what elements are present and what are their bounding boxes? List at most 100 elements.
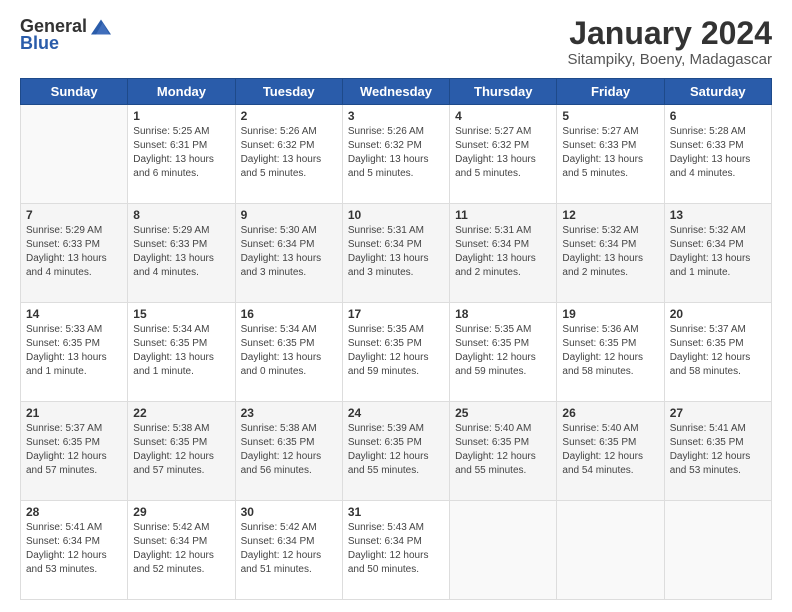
col-sunday: Sunday <box>21 79 128 105</box>
day-info: Sunrise: 5:42 AM Sunset: 6:34 PM Dayligh… <box>133 521 229 577</box>
day-number: 3 <box>348 109 444 123</box>
day-info: Sunrise: 5:29 AM Sunset: 6:33 PM Dayligh… <box>133 224 229 280</box>
day-info: Sunrise: 5:33 AM Sunset: 6:35 PM Dayligh… <box>26 323 122 379</box>
table-row: 7 Sunrise: 5:29 AM Sunset: 6:33 PM Daylig… <box>21 204 128 303</box>
table-row: 15Sunrise: 5:34 AM Sunset: 6:35 PM Dayli… <box>128 303 235 402</box>
table-row: 18 Sunrise: 5:35 AM Sunset: 6:35 PM Dayli… <box>450 303 557 402</box>
day-info: Sunrise: 5:39 AM Sunset: 6:35 PM Dayligh… <box>348 422 444 478</box>
table-row: 4 Sunrise: 5:27 AM Sunset: 6:32 PM Daylig… <box>450 105 557 204</box>
day-number: 4 <box>455 109 551 123</box>
day-info: Sunrise: 5:42 AM Sunset: 6:34 PM Dayligh… <box>241 521 337 577</box>
table-row: 25Sunrise: 5:40 AM Sunset: 6:35 PM Dayli… <box>450 402 557 501</box>
table-row <box>557 501 664 600</box>
calendar-week-row: 21Sunrise: 5:37 AM Sunset: 6:35 PM Dayli… <box>21 402 772 501</box>
day-number: 12 <box>562 208 658 222</box>
day-number: 10 <box>348 208 444 222</box>
day-info: Sunrise: 5:32 AM Sunset: 6:34 PM Dayligh… <box>562 224 658 280</box>
day-info: Sunrise: 5:32 AM Sunset: 6:34 PM Dayligh… <box>670 224 766 280</box>
day-number: 21 <box>26 406 122 420</box>
day-number: 6 <box>670 109 766 123</box>
col-wednesday: Wednesday <box>342 79 449 105</box>
calendar-week-row: 1Sunrise: 5:25 AM Sunset: 6:31 PM Daylig… <box>21 105 772 204</box>
day-info: Sunrise: 5:29 AM Sunset: 6:33 PM Dayligh… <box>26 224 122 280</box>
table-row: 3 Sunrise: 5:26 AM Sunset: 6:32 PM Daylig… <box>342 105 449 204</box>
day-number: 8 <box>133 208 229 222</box>
day-number: 20 <box>670 307 766 321</box>
day-info: Sunrise: 5:28 AM Sunset: 6:33 PM Dayligh… <box>670 125 766 181</box>
table-row: 2 Sunrise: 5:26 AM Sunset: 6:32 PM Daylig… <box>235 105 342 204</box>
table-row: 22 Sunrise: 5:38 AM Sunset: 6:35 PM Dayli… <box>128 402 235 501</box>
day-number: 26 <box>562 406 658 420</box>
day-number: 31 <box>348 505 444 519</box>
table-row <box>664 501 771 600</box>
table-row: 24 Sunrise: 5:39 AM Sunset: 6:35 PM Dayli… <box>342 402 449 501</box>
day-info: Sunrise: 5:35 AM Sunset: 6:35 PM Dayligh… <box>455 323 551 379</box>
day-info: Sunrise: 5:31 AM Sunset: 6:34 PM Dayligh… <box>455 224 551 280</box>
day-number: 9 <box>241 208 337 222</box>
day-number: 5 <box>562 109 658 123</box>
day-info: Sunrise: 5:38 AM Sunset: 6:35 PM Dayligh… <box>241 422 337 478</box>
day-info: Sunrise: 5:27 AM Sunset: 6:32 PM Dayligh… <box>455 125 551 181</box>
table-row: 12 Sunrise: 5:32 AM Sunset: 6:34 PM Dayli… <box>557 204 664 303</box>
calendar-week-row: 14Sunrise: 5:33 AM Sunset: 6:35 PM Dayli… <box>21 303 772 402</box>
day-info: Sunrise: 5:43 AM Sunset: 6:34 PM Dayligh… <box>348 521 444 577</box>
day-number: 24 <box>348 406 444 420</box>
day-info: Sunrise: 5:36 AM Sunset: 6:35 PM Dayligh… <box>562 323 658 379</box>
col-thursday: Thursday <box>450 79 557 105</box>
day-info: Sunrise: 5:26 AM Sunset: 6:32 PM Dayligh… <box>348 125 444 181</box>
table-row: 16 Sunrise: 5:34 AM Sunset: 6:35 PM Dayli… <box>235 303 342 402</box>
day-number: 2 <box>241 109 337 123</box>
calendar-week-row: 7 Sunrise: 5:29 AM Sunset: 6:33 PM Daylig… <box>21 204 772 303</box>
page: General Blue January 2024 Sitampiky, Boe… <box>0 0 792 612</box>
table-row: 17 Sunrise: 5:35 AM Sunset: 6:35 PM Dayli… <box>342 303 449 402</box>
table-row: 21Sunrise: 5:37 AM Sunset: 6:35 PM Dayli… <box>21 402 128 501</box>
day-info: Sunrise: 5:37 AM Sunset: 6:35 PM Dayligh… <box>670 323 766 379</box>
table-row: 23 Sunrise: 5:38 AM Sunset: 6:35 PM Dayli… <box>235 402 342 501</box>
table-row: 30 Sunrise: 5:42 AM Sunset: 6:34 PM Dayli… <box>235 501 342 600</box>
calendar-week-row: 28 Sunrise: 5:41 AM Sunset: 6:34 PM Dayli… <box>21 501 772 600</box>
day-number: 1 <box>133 109 229 123</box>
header: General Blue January 2024 Sitampiky, Boe… <box>20 16 772 68</box>
table-row: 11 Sunrise: 5:31 AM Sunset: 6:34 PM Dayli… <box>450 204 557 303</box>
table-row: 8 Sunrise: 5:29 AM Sunset: 6:33 PM Daylig… <box>128 204 235 303</box>
table-row: 31 Sunrise: 5:43 AM Sunset: 6:34 PM Dayli… <box>342 501 449 600</box>
col-friday: Friday <box>557 79 664 105</box>
day-number: 11 <box>455 208 551 222</box>
table-row: 26Sunrise: 5:40 AM Sunset: 6:35 PM Dayli… <box>557 402 664 501</box>
day-number: 30 <box>241 505 337 519</box>
day-info: Sunrise: 5:35 AM Sunset: 6:35 PM Dayligh… <box>348 323 444 379</box>
day-number: 13 <box>670 208 766 222</box>
day-number: 22 <box>133 406 229 420</box>
day-number: 23 <box>241 406 337 420</box>
col-saturday: Saturday <box>664 79 771 105</box>
day-info: Sunrise: 5:38 AM Sunset: 6:35 PM Dayligh… <box>133 422 229 478</box>
day-number: 16 <box>241 307 337 321</box>
day-number: 17 <box>348 307 444 321</box>
day-number: 27 <box>670 406 766 420</box>
day-number: 29 <box>133 505 229 519</box>
table-row: 9Sunrise: 5:30 AM Sunset: 6:34 PM Daylig… <box>235 204 342 303</box>
day-number: 18 <box>455 307 551 321</box>
table-row: 5Sunrise: 5:27 AM Sunset: 6:33 PM Daylig… <box>557 105 664 204</box>
day-number: 7 <box>26 208 122 222</box>
day-info: Sunrise: 5:41 AM Sunset: 6:34 PM Dayligh… <box>26 521 122 577</box>
calendar-body: 1Sunrise: 5:25 AM Sunset: 6:31 PM Daylig… <box>21 105 772 600</box>
day-info: Sunrise: 5:26 AM Sunset: 6:32 PM Dayligh… <box>241 125 337 181</box>
day-number: 15 <box>133 307 229 321</box>
day-info: Sunrise: 5:34 AM Sunset: 6:35 PM Dayligh… <box>241 323 337 379</box>
calendar-table: Sunday Monday Tuesday Wednesday Thursday… <box>20 78 772 600</box>
table-row <box>21 105 128 204</box>
subtitle: Sitampiky, Boeny, Madagascar <box>567 51 772 68</box>
table-row: 29 Sunrise: 5:42 AM Sunset: 6:34 PM Dayli… <box>128 501 235 600</box>
calendar-header-row: Sunday Monday Tuesday Wednesday Thursday… <box>21 79 772 105</box>
table-row: 19 Sunrise: 5:36 AM Sunset: 6:35 PM Dayli… <box>557 303 664 402</box>
day-number: 28 <box>26 505 122 519</box>
table-row: 13 Sunrise: 5:32 AM Sunset: 6:34 PM Dayli… <box>664 204 771 303</box>
table-row: 6 Sunrise: 5:28 AM Sunset: 6:33 PM Daylig… <box>664 105 771 204</box>
table-row: 1Sunrise: 5:25 AM Sunset: 6:31 PM Daylig… <box>128 105 235 204</box>
col-monday: Monday <box>128 79 235 105</box>
day-number: 19 <box>562 307 658 321</box>
logo: General Blue <box>20 16 111 54</box>
day-info: Sunrise: 5:40 AM Sunset: 6:35 PM Dayligh… <box>455 422 551 478</box>
day-info: Sunrise: 5:41 AM Sunset: 6:35 PM Dayligh… <box>670 422 766 478</box>
